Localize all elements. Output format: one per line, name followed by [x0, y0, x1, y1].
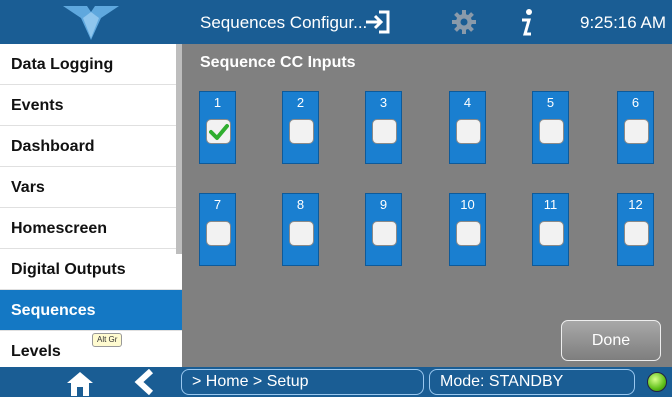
- home-icon[interactable]: [66, 370, 94, 397]
- cc-input-number: 3: [379, 95, 388, 110]
- sidebar-item-vars[interactable]: Vars: [0, 167, 182, 208]
- cc-input-number: 1: [213, 95, 222, 110]
- cc-input-number: 7: [213, 197, 222, 212]
- logout-icon[interactable]: [363, 8, 391, 41]
- status-led-icon: [647, 372, 667, 392]
- cc-input-number: 12: [628, 197, 643, 212]
- cc-input-9[interactable]: 9: [365, 193, 402, 266]
- cc-input-6[interactable]: 6: [617, 91, 654, 164]
- cc-checkbox-4[interactable]: [456, 119, 481, 144]
- cc-checkbox-12[interactable]: [624, 221, 649, 246]
- back-icon[interactable]: [133, 368, 157, 397]
- sidebar: Data Logging Events Dashboard Vars Homes…: [0, 44, 182, 372]
- cc-input-number: 2: [296, 95, 305, 110]
- cc-input-number: 5: [546, 95, 555, 110]
- cc-input-8[interactable]: 8: [282, 193, 319, 266]
- cc-input-number: 11: [543, 197, 558, 212]
- done-button[interactable]: Done: [561, 320, 661, 361]
- cc-checkbox-6[interactable]: [624, 119, 649, 144]
- clock: 9:25:16 AM: [580, 13, 667, 32]
- sidebar-item-events[interactable]: Events: [0, 85, 182, 126]
- sidebar-item-data-logging[interactable]: Data Logging: [0, 44, 182, 85]
- main-panel: Sequence CC Inputs 1 2 3 4 5 6 7 8 9 10 …: [182, 44, 672, 367]
- sidebar-item-dashboard[interactable]: Dashboard: [0, 126, 182, 167]
- sidebar-item-sequences[interactable]: Sequences: [0, 290, 182, 331]
- cc-checkbox-1[interactable]: [206, 119, 231, 144]
- cc-checkbox-9[interactable]: [372, 221, 397, 246]
- cc-input-2[interactable]: 2: [282, 91, 319, 164]
- cc-input-number: 10: [460, 197, 475, 212]
- cc-checkbox-10[interactable]: [456, 221, 481, 246]
- cc-checkbox-3[interactable]: [372, 119, 397, 144]
- cc-input-3[interactable]: 3: [365, 91, 402, 164]
- mode-status: Mode: STANDBY: [429, 369, 635, 395]
- page-title: Sequences Configur...: [200, 13, 368, 32]
- section-title: Sequence CC Inputs: [200, 54, 356, 71]
- info-icon[interactable]: [514, 8, 538, 43]
- logo-icon: [0, 0, 182, 44]
- footer-bar: > Home > Setup Mode: STANDBY: [0, 367, 672, 397]
- cc-checkbox-8[interactable]: [289, 221, 314, 246]
- cc-input-number: 9: [379, 197, 388, 212]
- checkmark-icon: [208, 123, 229, 140]
- cc-input-12[interactable]: 12: [617, 193, 654, 266]
- header-bar: Sequences Configur... 9:25:16 AM: [0, 0, 672, 44]
- cc-checkbox-2[interactable]: [289, 119, 314, 144]
- cc-input-10[interactable]: 10: [449, 193, 486, 266]
- cc-input-number: 4: [463, 95, 472, 110]
- sidebar-item-homescreen[interactable]: Homescreen: [0, 208, 182, 249]
- cc-input-7[interactable]: 7: [199, 193, 236, 266]
- sidebar-item-levels[interactable]: Levels: [0, 331, 182, 372]
- cc-input-11[interactable]: 11: [532, 193, 569, 266]
- cc-input-5[interactable]: 5: [532, 91, 569, 164]
- cc-checkbox-5[interactable]: [539, 119, 564, 144]
- altgr-key-hint: Alt Gr: [92, 333, 123, 347]
- cc-input-number: 6: [631, 95, 640, 110]
- sidebar-item-digital-outputs[interactable]: Digital Outputs: [0, 249, 182, 290]
- cc-checkbox-11[interactable]: [539, 221, 564, 246]
- cc-input-4[interactable]: 4: [449, 91, 486, 164]
- cc-input-number: 8: [296, 197, 305, 212]
- cc-checkbox-7[interactable]: [206, 221, 231, 246]
- gear-icon[interactable]: [450, 8, 478, 41]
- cc-input-1[interactable]: 1: [199, 91, 236, 164]
- breadcrumb: > Home > Setup: [181, 369, 424, 395]
